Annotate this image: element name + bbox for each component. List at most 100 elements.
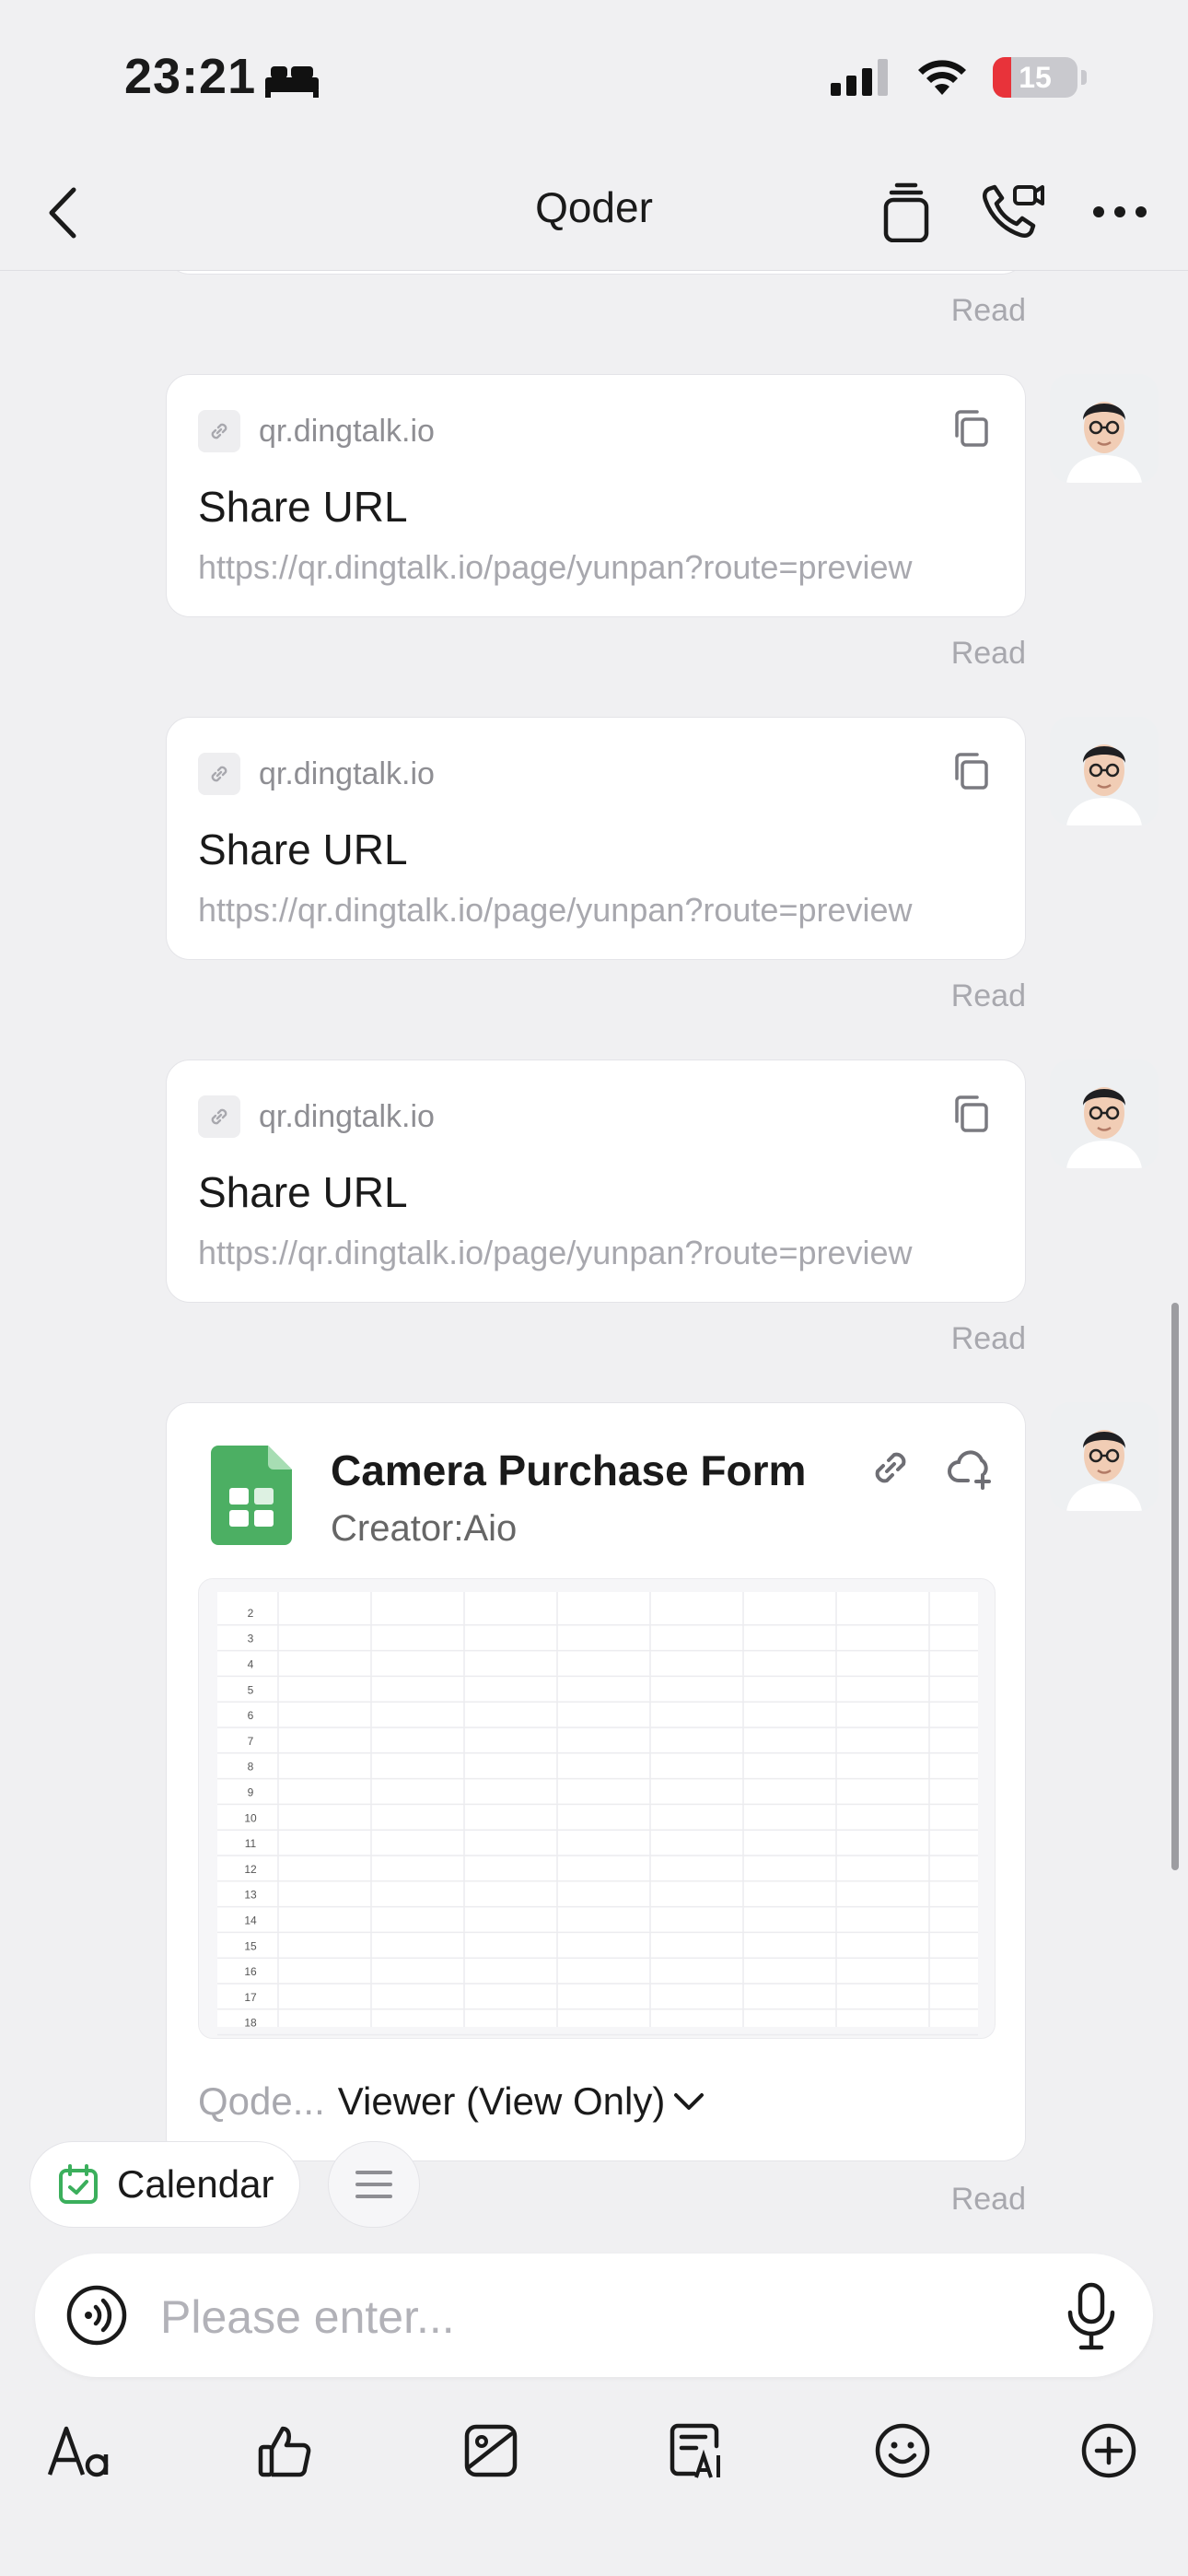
text-format-icon xyxy=(47,2426,109,2477)
sheet-row-number: 16 xyxy=(244,1965,257,1978)
sheet-row-number: 15 xyxy=(244,1939,257,1952)
link-domain: qr.dingtalk.io xyxy=(198,1095,435,1138)
text-format-button[interactable] xyxy=(44,2416,114,2486)
link-url: https://qr.dingtalk.io/page/yunpan?route… xyxy=(198,548,913,586)
calendar-chip[interactable]: Calendar xyxy=(29,2141,301,2228)
document-title: Camera Purchase Form xyxy=(331,1446,807,1494)
link-chip xyxy=(198,753,240,795)
image-button[interactable] xyxy=(456,2416,526,2486)
menu-lines-icon xyxy=(355,2171,393,2198)
previous-message-card[interactable] xyxy=(166,271,1026,275)
bottom-toolbar xyxy=(0,2395,1188,2506)
save-to-cloud-button[interactable] xyxy=(946,1444,994,1492)
add-more-button[interactable] xyxy=(1074,2416,1144,2486)
link-chip xyxy=(198,410,240,452)
stack-cards-icon xyxy=(883,182,929,242)
link-domain: qr.dingtalk.io xyxy=(198,410,435,452)
link-card[interactable]: qr.dingtalk.io Share URL https://qr.ding… xyxy=(166,717,1026,960)
sheet-row-number: 10 xyxy=(244,1811,257,1824)
message-input[interactable]: Please enter... xyxy=(160,2290,455,2344)
sheet-row-number: 18 xyxy=(244,2017,257,2030)
link-domain: qr.dingtalk.io xyxy=(198,753,435,795)
calendar-check-icon xyxy=(59,2164,98,2204)
user-avatar-image xyxy=(1050,717,1159,825)
battery-indicator: 15 xyxy=(993,57,1077,98)
link-icon xyxy=(211,1108,227,1125)
link-chip xyxy=(198,1095,240,1138)
link-icon xyxy=(211,766,227,782)
permission-label: Viewer (View Only) xyxy=(337,2079,666,2123)
sheet-row-number: 17 xyxy=(244,1991,257,2004)
status-bar: 23:21 15 xyxy=(0,0,1188,157)
spreadsheet-icon xyxy=(211,1446,292,1545)
plus-circle-icon xyxy=(1081,2423,1136,2478)
ai-document-icon xyxy=(670,2423,720,2478)
sheet-row-number: 4 xyxy=(248,1658,254,1671)
user-avatar-image xyxy=(1050,374,1159,483)
like-button[interactable] xyxy=(250,2416,320,2486)
read-status: Read xyxy=(950,2182,1026,2217)
cellular-signal-icon xyxy=(831,59,888,96)
wifi-icon xyxy=(918,60,966,95)
scrollbar[interactable] xyxy=(1171,1303,1179,1870)
link-title: Share URL xyxy=(198,825,408,873)
copy-icon[interactable] xyxy=(949,406,994,451)
link-card[interactable]: qr.dingtalk.io Share URL https://qr.ding… xyxy=(166,374,1026,617)
emoji-button[interactable] xyxy=(868,2416,938,2486)
sheet-grid: 2 3 4 5 6 7 8 9 10 11 12 13 14 15 16 17 18 xyxy=(217,1592,978,2036)
microphone-icon[interactable] xyxy=(1061,2281,1122,2351)
link-url: https://qr.dingtalk.io/page/yunpan?route… xyxy=(198,1234,913,1271)
read-status: Read xyxy=(950,1321,1026,1356)
avatar[interactable] xyxy=(1050,717,1159,825)
sheet-row-number: 13 xyxy=(244,1889,257,1902)
sheet-row-number: 8 xyxy=(248,1761,254,1774)
spreadsheet-preview[interactable]: 2 3 4 5 6 7 8 9 10 11 12 13 14 15 16 17 18 xyxy=(198,1578,996,2039)
user-avatar-image xyxy=(1050,1402,1159,1511)
status-time: 23:21 xyxy=(124,49,257,104)
stack-cards-button[interactable] xyxy=(871,177,941,247)
sheet-row-number: 11 xyxy=(245,1837,257,1850)
sheet-row-number: 2 xyxy=(248,1607,254,1620)
home-indicator xyxy=(0,2539,1188,2576)
cloud-add-icon xyxy=(948,1450,991,1490)
read-status: Read xyxy=(950,293,1026,328)
document-card[interactable]: Camera Purchase Form Creator:Aio 2 3 4 5 6 7 8… xyxy=(166,1402,1026,2161)
avatar[interactable] xyxy=(1050,1060,1159,1168)
more-button[interactable] xyxy=(1085,177,1155,247)
message-input-bar[interactable]: Please enter... xyxy=(35,2254,1153,2377)
sheet-row-number: 7 xyxy=(248,1735,254,1748)
link-card[interactable]: qr.dingtalk.io Share URL https://qr.ding… xyxy=(166,1060,1026,1303)
sheet-row-number: 12 xyxy=(244,1863,257,1876)
org-name: Qode... xyxy=(198,2079,325,2123)
more-dots-icon xyxy=(1093,206,1147,217)
sheet-row-number: 6 xyxy=(248,1709,254,1722)
call-video-button[interactable] xyxy=(978,177,1048,247)
copy-icon[interactable] xyxy=(949,749,994,793)
voice-mode-icon[interactable] xyxy=(66,2285,127,2346)
thumbs-up-icon xyxy=(258,2426,310,2477)
image-icon xyxy=(464,2424,518,2477)
menu-chip[interactable] xyxy=(328,2141,421,2228)
permission-selector[interactable]: Qode... Viewer (View Only) xyxy=(198,2079,707,2124)
link-url: https://qr.dingtalk.io/page/yunpan?route… xyxy=(198,891,913,929)
sheet-row-number: 9 xyxy=(248,1786,254,1799)
chevron-down-icon xyxy=(674,2093,705,2110)
sheet-row-number: 14 xyxy=(244,1914,257,1927)
document-creator: Creator:Aio xyxy=(331,1508,518,1549)
link-icon xyxy=(875,1452,906,1483)
copy-icon[interactable] xyxy=(949,1092,994,1136)
sheet-row-number: 5 xyxy=(248,1683,254,1696)
avatar[interactable] xyxy=(1050,1402,1159,1511)
sheet-background xyxy=(217,1592,978,2027)
copy-link-button[interactable] xyxy=(867,1444,914,1492)
sheet-row-number: 3 xyxy=(248,1633,254,1645)
nav-bar: Qoder xyxy=(0,157,1188,271)
emoji-icon xyxy=(876,2423,930,2478)
link-title: Share URL xyxy=(198,1168,408,1216)
ai-document-button[interactable] xyxy=(662,2416,732,2486)
chat-area[interactable]: Read qr.dingtalk.io Share URL https://qr… xyxy=(0,271,1188,2252)
sleep-bed-icon xyxy=(265,66,319,98)
read-status: Read xyxy=(950,978,1026,1013)
avatar[interactable] xyxy=(1050,374,1159,483)
phone-video-icon xyxy=(982,184,1044,239)
